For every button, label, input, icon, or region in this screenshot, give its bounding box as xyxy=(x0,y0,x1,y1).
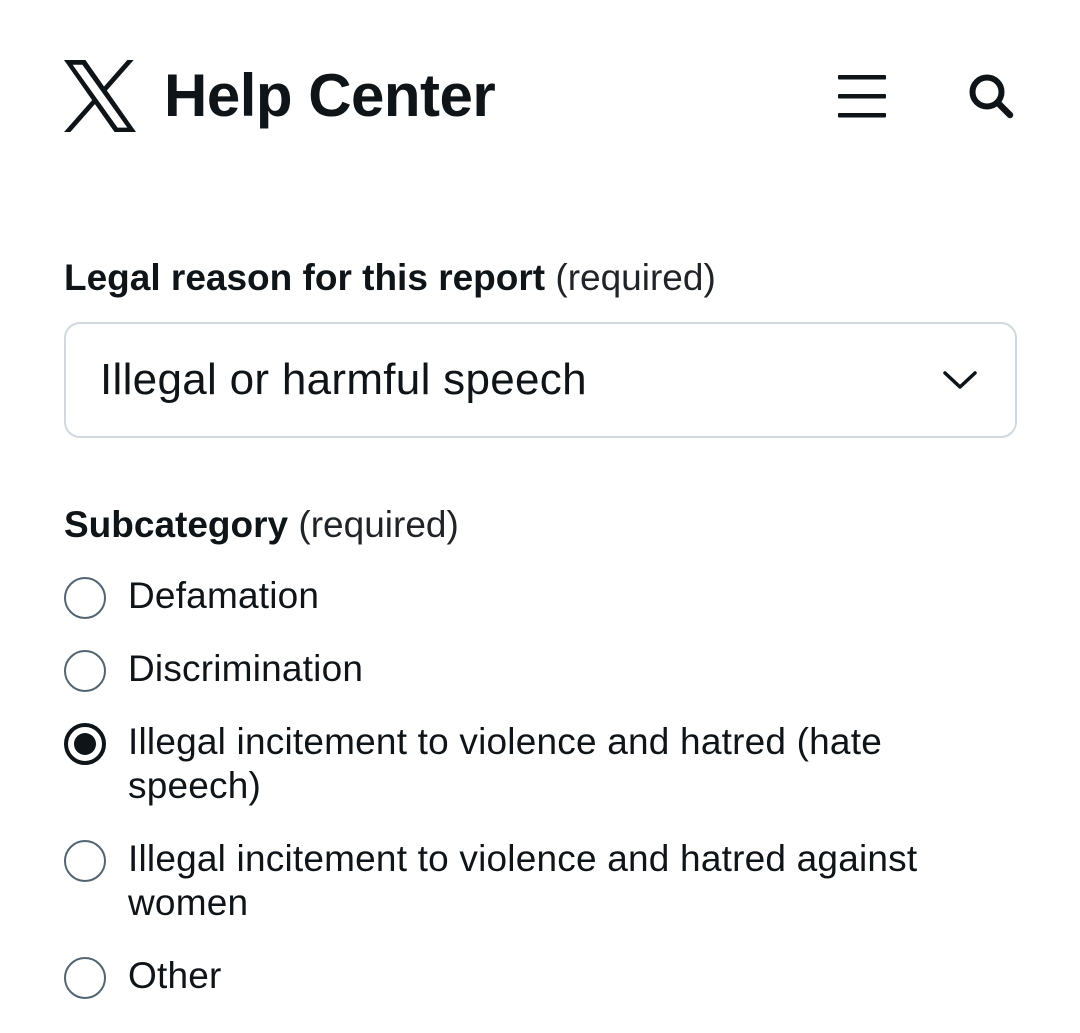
radio-option-label: Defamation xyxy=(128,575,320,616)
radio-option-label: Discrimination xyxy=(128,648,364,689)
legal-reason-label: Legal reason for this report (required) xyxy=(64,256,716,300)
help-center-page: Help Center Legal reason for this report… xyxy=(0,0,1080,1033)
subcategory-label: Subcategory (required) xyxy=(64,503,459,547)
radio-button[interactable] xyxy=(64,957,106,999)
legal-reason-required: (required) xyxy=(555,257,716,298)
hamburger-menu-icon xyxy=(838,75,886,118)
radio-option-violence-against-women[interactable]: Illegal incitement to violence and hatre… xyxy=(64,837,964,954)
x-logo-icon[interactable] xyxy=(64,58,136,134)
radio-button[interactable] xyxy=(64,577,106,619)
legal-reason-select[interactable]: Illegal or harmful speech xyxy=(64,322,1017,438)
legal-reason-selected-value: Illegal or harmful speech xyxy=(100,355,587,404)
menu-button[interactable] xyxy=(838,73,888,119)
radio-button[interactable] xyxy=(64,840,106,882)
search-icon xyxy=(969,74,1014,119)
subcategory-label-text: Subcategory xyxy=(64,504,289,545)
header: Help Center xyxy=(64,56,1016,136)
radio-option-label: Illegal incitement to violence and hatre… xyxy=(128,838,918,923)
radio-option-hate-speech[interactable]: Illegal incitement to violence and hatre… xyxy=(64,720,964,837)
header-actions xyxy=(838,73,1016,119)
radio-option-defamation[interactable]: Defamation xyxy=(64,574,964,647)
search-button[interactable] xyxy=(968,73,1014,119)
radio-option-discrimination[interactable]: Discrimination xyxy=(64,647,964,720)
subcategory-radio-group: Defamation Discrimination Illegal incite… xyxy=(64,574,964,1014)
radio-option-other[interactable]: Other xyxy=(64,954,964,1014)
radio-option-label: Illegal incitement to violence and hatre… xyxy=(128,721,882,806)
radio-option-label: Other xyxy=(128,955,222,996)
subcategory-required: (required) xyxy=(298,504,459,545)
chevron-down-icon xyxy=(943,371,977,389)
radio-button-selected[interactable] xyxy=(64,723,106,765)
radio-button[interactable] xyxy=(64,650,106,692)
page-brand-title: Help Center xyxy=(164,62,496,129)
legal-reason-label-text: Legal reason for this report xyxy=(64,257,546,298)
